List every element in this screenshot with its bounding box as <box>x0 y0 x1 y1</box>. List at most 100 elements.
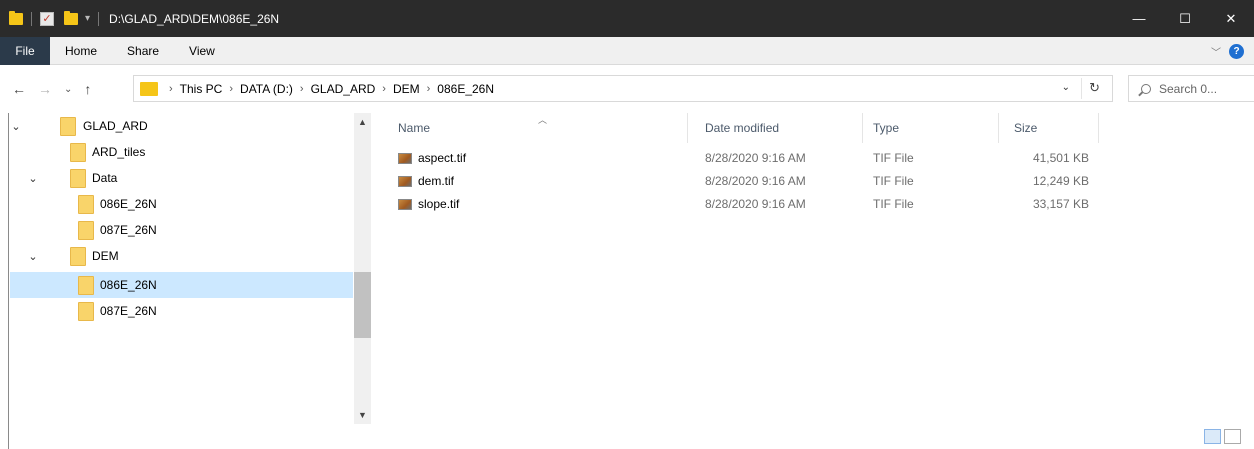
help-icon[interactable]: ? <box>1229 43 1244 59</box>
sort-ascending-icon: ︿ <box>538 115 548 125</box>
forward-arrow-icon[interactable]: → <box>38 81 52 97</box>
column-header-label: Type <box>873 121 900 135</box>
file-type: TIF File <box>873 197 914 211</box>
file-name-cell: dem.tif <box>398 170 454 192</box>
file-size: 12,249 KB <box>1032 174 1089 188</box>
breadcrumb-086e-26n[interactable]: 086E_26N <box>437 82 494 96</box>
column-header-size[interactable]: Size <box>1004 113 1099 143</box>
file-name-cell: aspect.tif <box>398 147 466 169</box>
divider <box>31 11 32 26</box>
scroll-down-icon[interactable]: ▼ <box>354 410 371 420</box>
column-header-date-modified[interactable]: Date modified <box>695 113 863 143</box>
tree-item-glad-ard[interactable]: ⌄ GLAD_ARD <box>10 113 353 139</box>
address-history-chevron-icon[interactable]: ⌄ <box>1062 82 1070 93</box>
folder-icon <box>60 116 76 136</box>
window-border <box>8 113 9 449</box>
breadcrumb-separator-icon[interactable]: › <box>229 83 233 95</box>
breadcrumb-separator-icon[interactable]: › <box>169 83 173 95</box>
tree-item-label: 086E_26N <box>100 197 157 211</box>
chevron-down-icon[interactable]: ⌄ <box>27 172 39 185</box>
expand-ribbon-chevron-icon[interactable]: ﹀ <box>1211 44 1221 59</box>
folder-icon <box>9 10 23 25</box>
breadcrumb-separator-icon[interactable]: › <box>300 83 304 95</box>
column-header-name[interactable]: Name ︿ <box>388 113 688 143</box>
table-row[interactable]: aspect.tif 8/28/2020 9:16 AM TIF File 41… <box>388 147 1108 169</box>
title-bar: ✓ ▾ D:\GLAD_ARD\DEM\086E_26N — ☐ ✕ <box>0 0 1254 37</box>
address-row: ← → ⌄ ↑ › This PC › DATA (D:) › GLAD_ARD… <box>0 65 1254 113</box>
search-placeholder: Search 0... <box>1159 81 1218 96</box>
breadcrumb-this-pc[interactable]: This PC <box>180 82 223 96</box>
tree-item-ard-tiles[interactable]: ARD_tiles <box>10 139 353 165</box>
navigation-scrollbar[interactable]: ▲ ▼ <box>354 113 371 424</box>
window-title: D:\GLAD_ARD\DEM\086E_26N <box>109 11 280 26</box>
table-row[interactable]: slope.tif 8/28/2020 9:16 AM TIF File 33,… <box>388 193 1108 215</box>
table-row[interactable]: dem.tif 8/28/2020 9:16 AM TIF File 12,24… <box>388 170 1108 192</box>
large-icons-view-icon[interactable] <box>1224 429 1241 444</box>
tree-item-label: Data <box>92 171 118 185</box>
breadcrumb-separator-icon[interactable]: › <box>427 83 431 95</box>
view-toggle <box>1204 429 1241 444</box>
chevron-down-icon[interactable]: ⌄ <box>27 250 39 263</box>
breadcrumb-separator-icon[interactable]: › <box>382 83 386 95</box>
tree-item-label: 087E_26N <box>100 304 157 318</box>
file-name: slope.tif <box>418 197 460 211</box>
folder-icon <box>78 220 94 240</box>
details-view-icon[interactable] <box>1204 429 1221 444</box>
breadcrumb-glad-ard[interactable]: GLAD_ARD <box>311 82 376 96</box>
back-arrow-icon[interactable]: ← <box>12 81 26 97</box>
address-bar[interactable]: › This PC › DATA (D:) › GLAD_ARD › DEM ›… <box>133 75 1113 102</box>
recent-locations-chevron-icon[interactable]: ⌄ <box>64 84 72 95</box>
breadcrumb-data-drive[interactable]: DATA (D:) <box>240 82 293 96</box>
tab-view[interactable]: View <box>174 44 230 58</box>
tab-share[interactable]: Share <box>112 44 174 58</box>
tree-item-label: 086E_26N <box>100 278 157 292</box>
divider <box>1081 78 1082 99</box>
properties-check-icon[interactable]: ✓ <box>40 11 54 26</box>
tree-item-dem[interactable]: ⌄ DEM <box>10 243 353 269</box>
file-type: TIF File <box>873 174 914 188</box>
folder-icon <box>78 275 94 295</box>
search-icon <box>1141 83 1151 94</box>
tree-item-data-086e-26n[interactable]: 086E_26N <box>10 191 353 217</box>
up-arrow-icon[interactable]: ↑ <box>84 81 91 97</box>
tab-home[interactable]: Home <box>50 44 112 58</box>
file-name-cell: slope.tif <box>398 193 459 215</box>
refresh-icon[interactable]: ↻ <box>1089 80 1100 96</box>
file-size: 33,157 KB <box>1032 197 1089 211</box>
file-list: Name ︿ Date modified Type Size aspect.ti… <box>388 113 1254 433</box>
close-button[interactable]: ✕ <box>1208 0 1254 37</box>
tab-file[interactable]: File <box>0 36 50 65</box>
chevron-down-icon[interactable]: ⌄ <box>10 120 22 133</box>
tree-item-dem-086e-26n[interactable]: 086E_26N <box>10 272 353 298</box>
folder-icon <box>70 142 86 162</box>
tree-item-label: GLAD_ARD <box>83 119 148 133</box>
column-header-label: Name <box>398 121 431 135</box>
scroll-up-icon[interactable]: ▲ <box>354 117 371 127</box>
tif-file-icon <box>398 198 412 210</box>
customize-toolbar-chevron-icon[interactable]: ▾ <box>85 13 90 24</box>
folder-icon <box>78 194 94 214</box>
folder-icon <box>140 81 158 96</box>
file-date: 8/28/2020 9:16 AM <box>705 197 806 211</box>
breadcrumb: › This PC › DATA (D:) › GLAD_ARD › DEM ›… <box>162 82 494 96</box>
tree-item-data-087e-26n[interactable]: 087E_26N <box>10 217 353 243</box>
search-input[interactable]: Search 0... <box>1128 75 1254 102</box>
tree-item-data[interactable]: ⌄ Data <box>10 165 353 191</box>
tree-item-label: 087E_26N <box>100 223 157 237</box>
tree-item-dem-087e-26n[interactable]: 087E_26N <box>10 298 353 324</box>
column-header-label: Date modified <box>705 121 780 135</box>
file-type: TIF File <box>873 151 914 165</box>
column-header-type[interactable]: Type <box>863 113 999 143</box>
breadcrumb-dem[interactable]: DEM <box>393 82 420 96</box>
scrollbar-thumb[interactable] <box>354 272 371 338</box>
folder-icon <box>78 301 94 321</box>
file-size: 41,501 KB <box>1032 151 1089 165</box>
tree-item-label: ARD_tiles <box>92 145 146 159</box>
divider <box>98 11 100 26</box>
new-folder-icon[interactable] <box>64 10 78 25</box>
file-name: dem.tif <box>418 174 455 188</box>
folder-icon <box>70 168 86 188</box>
minimize-button[interactable]: — <box>1116 0 1162 37</box>
folder-icon <box>70 246 86 266</box>
maximize-button[interactable]: ☐ <box>1162 0 1208 37</box>
